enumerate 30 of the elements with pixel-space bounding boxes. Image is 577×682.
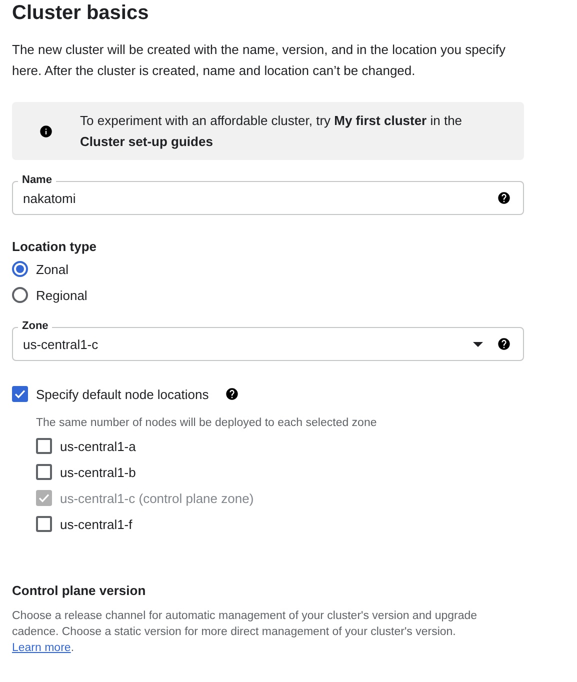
field-value: nakatomi: [23, 190, 77, 206]
help-icon[interactable]: [497, 191, 511, 205]
checkbox[interactable]: [36, 516, 52, 532]
radio-label: Regional: [36, 288, 88, 302]
checkbox-label: us-central1-b: [60, 464, 136, 480]
radio-button[interactable]: [12, 261, 28, 277]
radio-label: Zonal: [36, 262, 69, 276]
checkbox[interactable]: [12, 386, 28, 402]
info-text: To experiment with an affordable cluster, try My first cluster in the Cluster set-up guides: [80, 112, 464, 151]
checkbox-label: us-central1-c (control plane zone): [60, 490, 254, 506]
info-icon: [39, 122, 54, 140]
checkbox-label: us-central1-a: [60, 438, 136, 454]
checkbox[interactable]: [36, 438, 52, 454]
checkbox[interactable]: [36, 464, 52, 480]
radio-button[interactable]: [12, 287, 28, 303]
description: The new cluster will be created with the name, version, and in the location you specify here. After the cluster is created, name and location can’t be changed.: [12, 41, 507, 80]
hint-text: The same number of nodes will be deployed to each selected zone: [36, 416, 378, 431]
section-label: Location type: [12, 239, 98, 255]
caret-icon: [473, 342, 483, 346]
field-value: us-central1-c: [23, 336, 100, 352]
section-description: Choose a release channel for automatic management of your cluster's version and upgrade cadence. Choose a static version for more direct management of your cluster's version. Learn more.: [12, 609, 478, 656]
check-icon: [38, 492, 50, 504]
learn-more-link[interactable]: Learn more: [12, 642, 71, 654]
checkbox-label: us-central1-f: [60, 516, 132, 532]
page-title: Cluster basics: [12, 1, 150, 25]
check-icon: [14, 388, 26, 400]
help-icon[interactable]: [224, 387, 239, 401]
checkbox-label: Specify default node locations: [36, 386, 209, 402]
help-icon[interactable]: [497, 337, 511, 351]
section-title: Control plane version: [12, 583, 147, 599]
